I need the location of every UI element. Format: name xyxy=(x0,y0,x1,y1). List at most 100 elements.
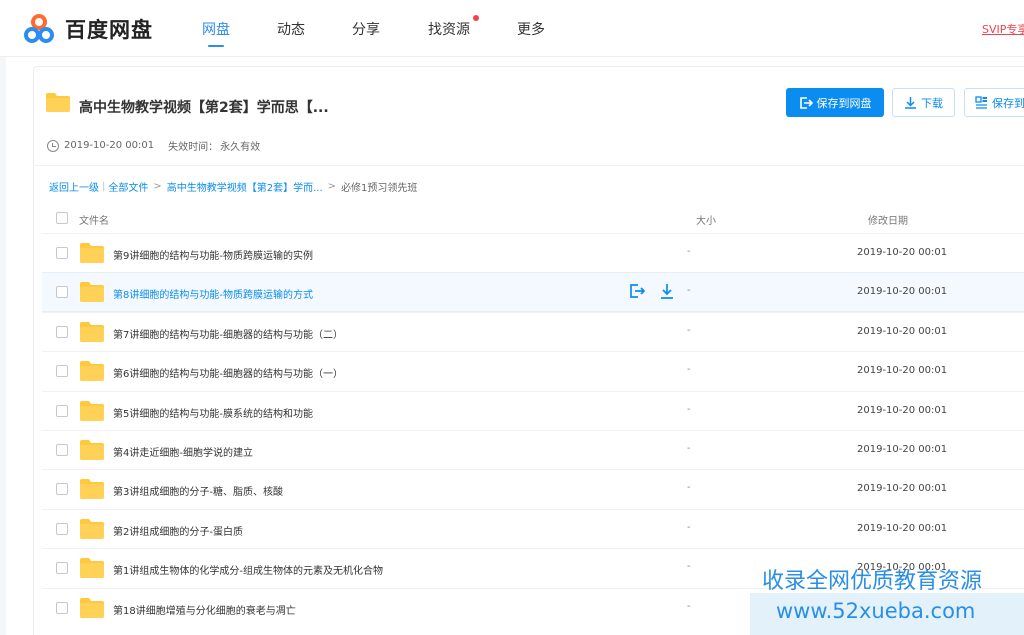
file-size: - xyxy=(687,364,691,376)
file-modified-date: 2019-10-20 00:01 xyxy=(857,286,948,298)
row-checkbox[interactable] xyxy=(56,286,68,299)
cloud-logo-icon xyxy=(22,13,58,45)
save-to-label: 保存到 xyxy=(992,96,1024,110)
breadcrumb: 返回上一级 | 全部文件 > 高中生物教学视频【第2套】学而... > 必修1预… xyxy=(49,179,417,194)
breadcrumb-arrow-icon: > xyxy=(153,181,162,192)
tab-more[interactable]: 更多 xyxy=(517,19,545,39)
column-header-size[interactable]: 大小 xyxy=(696,212,716,227)
breadcrumb-parent[interactable]: 高中生物教学视频【第2套】学而... xyxy=(167,179,323,194)
row-checkbox[interactable] xyxy=(56,247,68,259)
download-label: 下载 xyxy=(921,96,943,110)
table-row[interactable]: 第4讲走近细胞-细胞学说的建立 - 2019-10-20 00:01 xyxy=(42,429,1024,469)
file-name[interactable]: 第2讲组成细胞的分子-蛋白质 xyxy=(113,523,243,538)
folder-icon xyxy=(80,400,104,421)
row-save-icon[interactable] xyxy=(629,283,646,303)
folder-icon xyxy=(80,321,104,342)
file-modified-date: 2019-10-20 00:01 xyxy=(857,365,948,377)
file-size: - xyxy=(687,442,691,454)
breadcrumb-separator: | xyxy=(102,181,106,192)
folder-icon xyxy=(80,243,104,263)
folder-icon xyxy=(80,597,104,618)
file-size: - xyxy=(687,285,691,297)
table-row[interactable]: 第3讲组成细胞的分子-糖、脂质、核酸 - 2019-10-20 00:01 xyxy=(42,469,1024,508)
folder-icon xyxy=(80,518,104,539)
file-size: - xyxy=(687,403,691,415)
save-to-netdisk-label: 保存到网盘 xyxy=(816,96,872,110)
table-row[interactable]: 第8讲细胞的结构与功能-物质跨膜运输的方式 - 2019-10-20 00:01 xyxy=(42,272,1024,312)
left-gutter xyxy=(0,57,6,635)
table-row[interactable]: 第7讲细胞的结构与功能-细胞器的结构与功能（二） - 2019-10-20 00:0… xyxy=(42,311,1024,351)
file-name[interactable]: 第3讲组成细胞的分子-糖、脂质、核酸 xyxy=(113,483,283,498)
top-nav: 百度网盘 网盘 动态 分享 找资源 更多 SVIP专享 xyxy=(0,0,1024,57)
tab-netdisk[interactable]: 网盘 xyxy=(202,19,230,39)
column-header-name[interactable]: 文件名 xyxy=(79,212,109,227)
column-header-modified[interactable]: 修改日期 xyxy=(868,212,908,227)
file-modified-date: 2019-10-20 00:01 xyxy=(857,522,948,534)
share-time: 2019-10-20 00:01 xyxy=(64,140,155,151)
select-all-checkbox[interactable] xyxy=(56,212,68,224)
tab-find-resources[interactable]: 找资源 xyxy=(428,19,470,39)
folder-icon xyxy=(80,361,104,382)
folder-icon xyxy=(80,558,104,579)
folder-icon xyxy=(46,93,70,112)
file-size: - xyxy=(687,324,691,336)
file-modified-date: 2019-10-20 00:01 xyxy=(857,443,948,455)
file-size: - xyxy=(687,600,691,612)
download-icon xyxy=(904,96,917,109)
expire-value: 永久有效 xyxy=(220,142,261,153)
save-to-button[interactable]: 保存到 xyxy=(964,88,1024,117)
save-export-icon xyxy=(799,96,813,110)
tab-activity[interactable]: 动态 xyxy=(277,19,305,39)
file-modified-date: 2019-10-20 00:01 xyxy=(857,483,948,495)
breadcrumb-current: 必修1预习领先班 xyxy=(341,183,418,194)
file-modified-date: 2019-10-20 00:01 xyxy=(857,404,948,416)
save-to-netdisk-button[interactable]: 保存到网盘 xyxy=(786,88,884,117)
share-meta: 2019-10-20 00:01 失效时间： 永久有效 xyxy=(47,138,260,153)
table-row[interactable]: 第9讲细胞的结构与功能-物质跨膜运输的实例 - 2019-10-20 00:01 xyxy=(42,233,1024,272)
file-name[interactable]: 第18讲细胞增殖与分化细胞的衰老与凋亡 xyxy=(113,602,296,617)
file-name[interactable]: 第6讲细胞的结构与功能-细胞器的结构与功能（一） xyxy=(113,365,343,380)
row-actions xyxy=(629,283,675,303)
baidu-netdisk-logo[interactable]: 百度网盘 xyxy=(22,13,153,45)
svip-link[interactable]: SVIP专享 xyxy=(982,21,1024,37)
expire-label: 失效时间： xyxy=(168,142,219,153)
file-name[interactable]: 第1讲组成生物体的化学成分-组成生物体的元素及无机化合物 xyxy=(113,562,383,577)
row-checkbox[interactable] xyxy=(56,562,68,575)
file-name[interactable]: 第7讲细胞的结构与功能-细胞器的结构与功能（二） xyxy=(113,326,343,341)
row-checkbox[interactable] xyxy=(56,601,68,614)
watermark-slogan: 收录全网优质教育资源 xyxy=(762,569,983,594)
row-checkbox[interactable] xyxy=(56,404,68,417)
file-size: - xyxy=(687,246,691,257)
row-download-icon[interactable] xyxy=(659,283,675,303)
file-name[interactable]: 第5讲细胞的结构与功能-膜系统的结构和功能 xyxy=(113,405,313,420)
share-title: 高中生物教学视频【第2套】学而思【... xyxy=(79,100,329,116)
row-checkbox[interactable] xyxy=(56,325,68,338)
save-device-icon xyxy=(975,96,988,109)
clock-icon xyxy=(47,139,59,152)
file-size: - xyxy=(687,482,691,494)
table-row[interactable]: 第2讲组成细胞的分子-蛋白质 - 2019-10-20 00:01 xyxy=(42,508,1024,548)
watermark-url: www.52xueba.com xyxy=(776,599,976,623)
file-name[interactable]: 第9讲细胞的结构与功能-物质跨膜运输的实例 xyxy=(113,247,313,262)
breadcrumb-arrow-icon: > xyxy=(327,181,337,192)
folder-icon xyxy=(80,479,104,500)
file-name[interactable]: 第8讲细胞的结构与功能-物质跨膜运输的方式 xyxy=(113,286,313,301)
tab-share[interactable]: 分享 xyxy=(352,19,380,39)
breadcrumb-all-files[interactable]: 全部文件 xyxy=(108,179,148,194)
folder-icon xyxy=(80,439,104,460)
row-checkbox[interactable] xyxy=(56,365,68,378)
row-checkbox[interactable] xyxy=(56,522,68,535)
download-button[interactable]: 下载 xyxy=(892,88,955,117)
file-modified-date: 2019-10-20 00:01 xyxy=(857,247,948,258)
row-checkbox[interactable] xyxy=(56,443,68,456)
table-row[interactable]: 第6讲细胞的结构与功能-细胞器的结构与功能（一） - 2019-10-20 00:0… xyxy=(42,351,1024,390)
file-name[interactable]: 第4讲走近细胞-细胞学说的建立 xyxy=(113,444,253,459)
folder-icon xyxy=(80,282,104,303)
breadcrumb-back[interactable]: 返回上一级 xyxy=(49,179,99,194)
app-name: 百度网盘 xyxy=(65,18,153,42)
file-size: - xyxy=(687,521,691,533)
file-modified-date: 2019-10-20 00:01 xyxy=(857,325,948,337)
table-row[interactable]: 第5讲细胞的结构与功能-膜系统的结构和功能 - 2019-10-20 00:01 xyxy=(42,390,1024,430)
row-checkbox[interactable] xyxy=(56,483,68,496)
notification-dot xyxy=(473,15,479,21)
